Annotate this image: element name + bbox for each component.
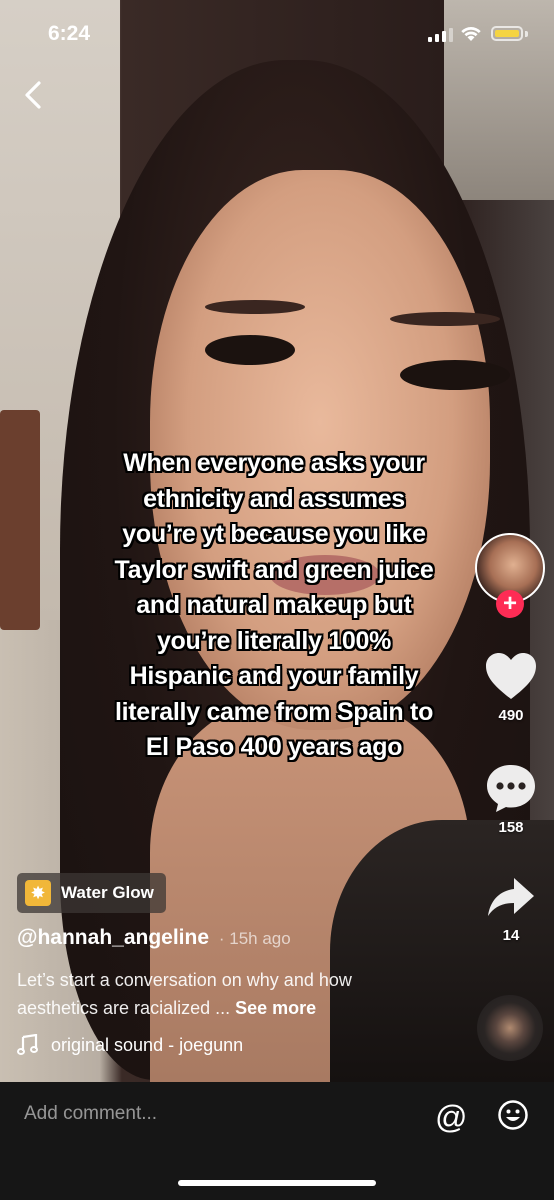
subject-brow-right (390, 312, 500, 326)
comment-icon (487, 765, 535, 812)
comment-input[interactable]: Add comment... (24, 1103, 157, 1125)
username-row: @hannah_angeline · 15h ago (17, 926, 291, 950)
back-icon[interactable] (20, 78, 50, 112)
effect-label: Water Glow (61, 883, 154, 902)
sparkle-icon: ✸ (25, 880, 51, 906)
caption-line: you’re literally 100% (156, 626, 392, 655)
comment-button[interactable]: 158 (478, 762, 544, 836)
wifi-icon (461, 27, 481, 41)
caption-line: ethnicity and assumes (143, 484, 405, 513)
caption-line: When everyone asks your (123, 449, 425, 477)
share-count: 14 (502, 927, 520, 944)
like-button[interactable]: 490 (478, 652, 544, 724)
comment-count: 158 (498, 819, 524, 836)
caption-line: Taylor swift and green juice (114, 555, 434, 584)
subject-brow-left (205, 300, 305, 314)
subject-eye-right (400, 360, 510, 390)
status-bar: 6:24 (0, 0, 554, 70)
caption-line: El Paso 400 years ago (145, 733, 403, 761)
home-indicator[interactable] (178, 1180, 376, 1186)
username-link[interactable]: @hannah_angeline (17, 926, 209, 949)
caption-line: and natural makeup but (136, 591, 412, 619)
see-more-link[interactable]: See more (235, 998, 316, 1018)
share-button[interactable]: 14 (478, 874, 544, 944)
effect-chip[interactable]: ✸ Water Glow (17, 873, 166, 913)
post-description: Let’s start a conversation on why and ho… (17, 966, 437, 1022)
background-towel (0, 410, 40, 630)
sound-row[interactable]: original sound - joegunn (17, 1034, 243, 1056)
mention-icon[interactable]: @ (435, 1099, 467, 1136)
video-caption-overlay: When everyone asks your ethnicity and as… (84, 446, 464, 766)
share-icon (488, 878, 534, 916)
emoji-icon[interactable] (497, 1099, 529, 1131)
music-disc[interactable] (477, 995, 543, 1061)
post-time-ago: · 15h ago (218, 929, 291, 948)
music-note-icon (17, 1034, 38, 1055)
like-count: 490 (498, 707, 524, 724)
status-time: 6:24 (48, 22, 91, 45)
caption-line: Hispanic and your family (129, 662, 419, 690)
subject-eye-left (205, 335, 295, 365)
battery-level (495, 30, 519, 37)
signal-icon (428, 28, 453, 42)
battery-icon (491, 26, 523, 41)
caption-line: you’re yt because you like (122, 520, 426, 548)
battery-tip (525, 31, 528, 37)
caption-line: literally came from Spain to (114, 697, 434, 726)
sound-name: original sound - joegunn (51, 1034, 244, 1055)
heart-icon (486, 653, 536, 699)
follow-button[interactable]: + (496, 590, 524, 618)
